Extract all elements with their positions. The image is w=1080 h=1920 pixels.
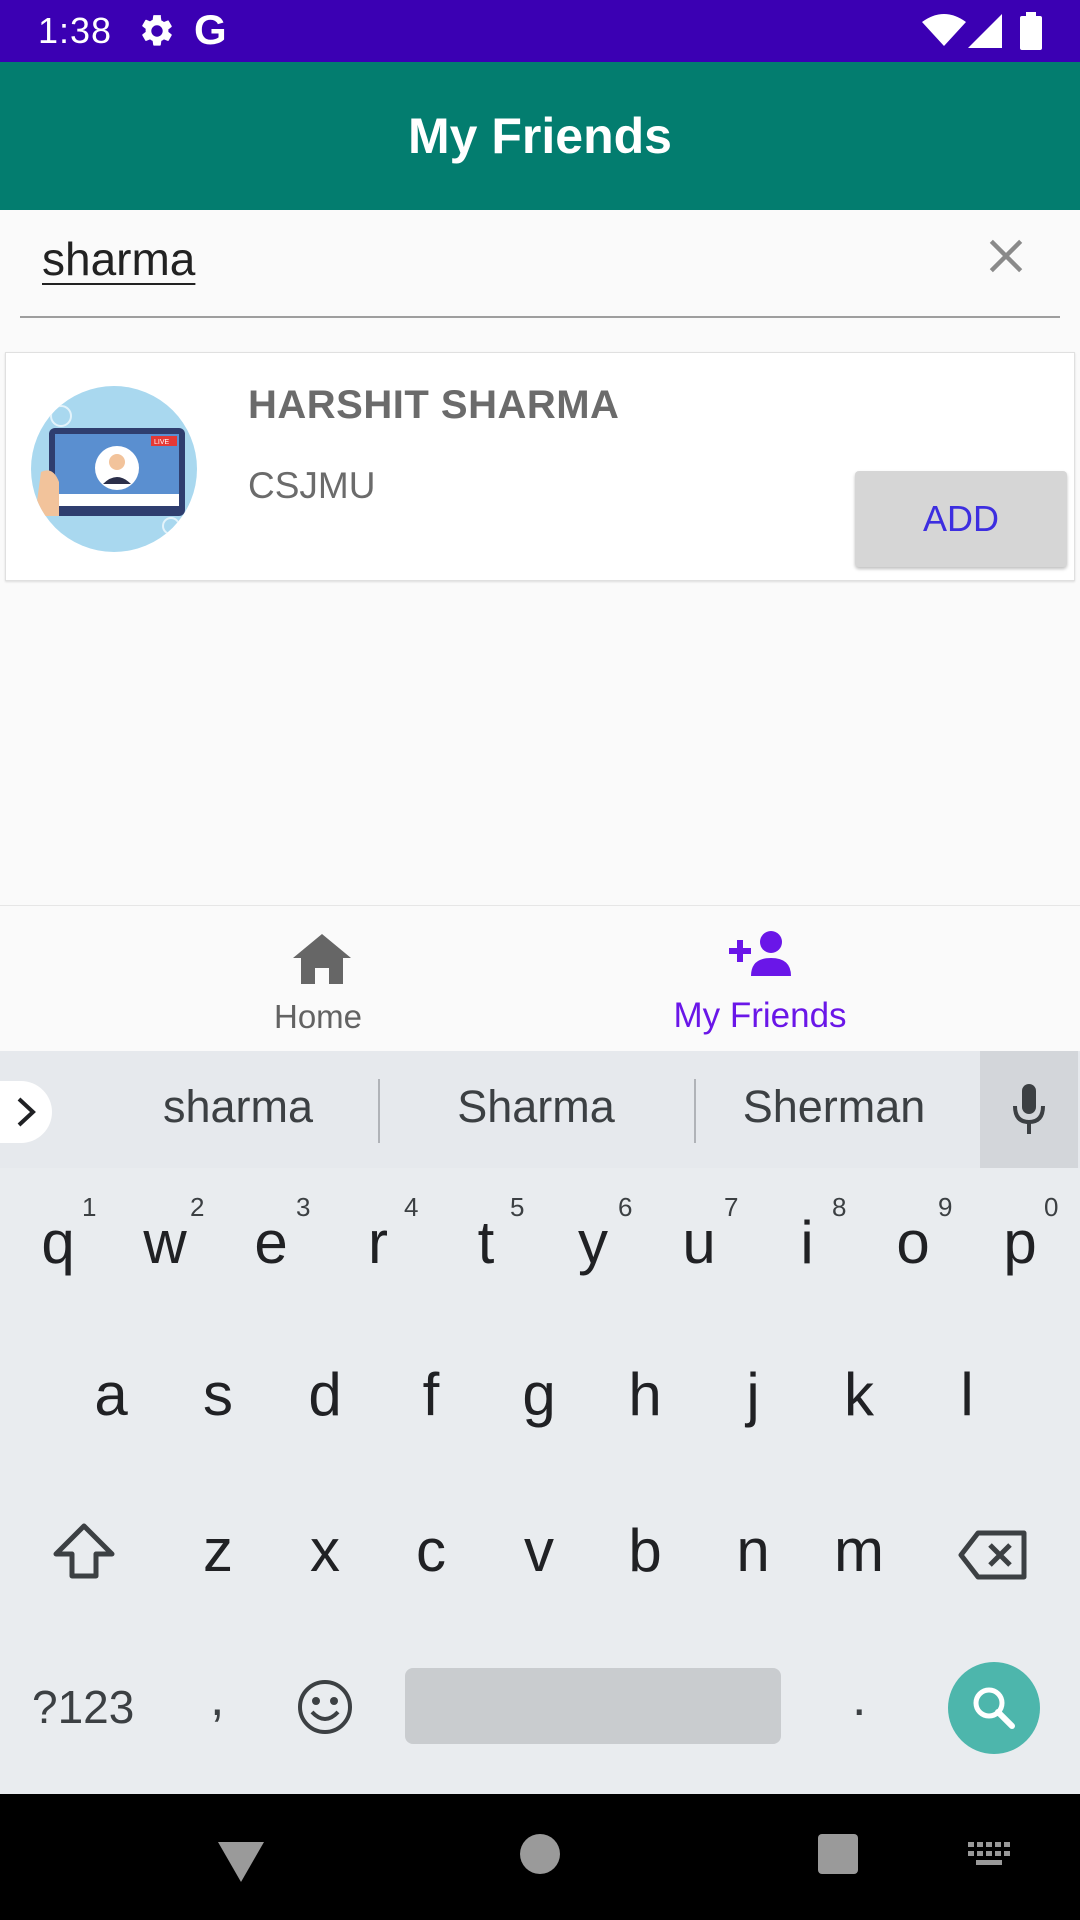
keyboard-switch-icon[interactable]	[968, 1842, 1010, 1866]
key-b[interactable]: b	[600, 1516, 690, 1585]
emoji-icon[interactable]	[296, 1678, 354, 1736]
key-a[interactable]: a	[66, 1360, 156, 1429]
mic-icon	[1013, 1083, 1045, 1134]
suggestion-3[interactable]: Sherman	[714, 1081, 954, 1133]
key-k[interactable]: k	[814, 1360, 904, 1429]
friend-result-card[interactable]: LIVE HARSHIT SHARMA CSJMU ADD	[5, 352, 1075, 581]
person-add-icon	[729, 931, 791, 976]
key-hint: 9	[938, 1192, 953, 1222]
back-icon[interactable]	[218, 1842, 264, 1882]
add-friend-button[interactable]: ADD	[855, 471, 1067, 567]
home-button-icon[interactable]	[520, 1834, 560, 1874]
key-hint: 4	[404, 1192, 419, 1222]
key-g[interactable]: g	[494, 1360, 584, 1429]
key-c[interactable]: c	[386, 1516, 476, 1585]
key-hint: 2	[190, 1192, 205, 1222]
recents-icon[interactable]	[818, 1834, 858, 1874]
key-hint: 3	[296, 1192, 311, 1222]
key-hint: 0	[1044, 1192, 1059, 1222]
key-period[interactable]: .	[852, 1668, 866, 1728]
home-icon	[293, 934, 351, 984]
friend-org: CSJMU	[248, 465, 376, 506]
key-comma[interactable]: ,	[210, 1668, 224, 1728]
suggestion-2[interactable]: Sharma	[418, 1081, 654, 1133]
app-bar: My Friends	[0, 62, 1080, 210]
live-badge-text: LIVE	[154, 439, 170, 446]
wifi-icon	[922, 14, 966, 46]
key-f[interactable]: f	[386, 1360, 476, 1429]
key-hint: 8	[832, 1192, 847, 1222]
key-hint: 1	[82, 1192, 97, 1222]
keyboard-suggestions: sharma Sharma Sherman	[0, 1051, 1080, 1168]
backspace-icon[interactable]	[958, 1530, 1028, 1580]
key-j[interactable]: j	[708, 1360, 798, 1429]
suggestion-divider	[378, 1079, 380, 1143]
nav-label-my-friends: My Friends	[673, 996, 847, 1035]
nav-item-my-friends[interactable]: My Friends	[490, 906, 1030, 1052]
page-title: My Friends	[408, 108, 672, 164]
key-n[interactable]: n	[708, 1516, 798, 1585]
suggestion-1[interactable]: sharma	[120, 1081, 356, 1133]
shift-icon[interactable]	[52, 1522, 116, 1580]
search-bar: sharma	[0, 210, 1080, 320]
key-h[interactable]: h	[600, 1360, 690, 1429]
search-icon	[973, 1687, 1015, 1729]
expand-toolbar-button[interactable]	[0, 1081, 52, 1143]
key-v[interactable]: v	[494, 1516, 584, 1585]
status-bar: 1:38 G	[0, 0, 1080, 62]
key-z[interactable]: z	[173, 1516, 263, 1585]
status-time: 1:38	[38, 10, 113, 51]
key-hint: 5	[510, 1192, 525, 1222]
suggestion-divider	[694, 1079, 696, 1143]
google-g-icon: G	[194, 6, 227, 53]
key-l[interactable]: l	[922, 1360, 1012, 1429]
close-icon[interactable]	[984, 234, 1028, 278]
bottom-navigation: Home My Friends	[0, 905, 1080, 1051]
key-hint: 6	[618, 1192, 633, 1222]
symbols-key[interactable]: ?123	[32, 1680, 134, 1734]
search-action-button[interactable]	[948, 1662, 1040, 1754]
gear-icon	[142, 15, 172, 46]
mic-button[interactable]	[980, 1051, 1078, 1168]
signal-icon	[968, 14, 1002, 48]
chevron-right-icon	[17, 1097, 36, 1127]
friend-name: HARSHIT SHARMA	[248, 383, 620, 427]
key-d[interactable]: d	[280, 1360, 370, 1429]
key-x[interactable]: x	[280, 1516, 370, 1585]
key-m[interactable]: m	[814, 1516, 904, 1585]
search-underline	[20, 316, 1060, 318]
search-input[interactable]: sharma	[42, 232, 195, 286]
battery-icon	[1020, 12, 1042, 50]
system-navigation-bar	[0, 1794, 1080, 1920]
key-s[interactable]: s	[173, 1360, 263, 1429]
keyboard: q 1 w 2 e 3 r 4 t 5 y 6 u 7 i 8 o 9 p 0 …	[0, 1168, 1080, 1794]
spacebar[interactable]	[405, 1668, 781, 1744]
avatar: LIVE	[31, 386, 197, 552]
key-hint: 7	[724, 1192, 739, 1222]
